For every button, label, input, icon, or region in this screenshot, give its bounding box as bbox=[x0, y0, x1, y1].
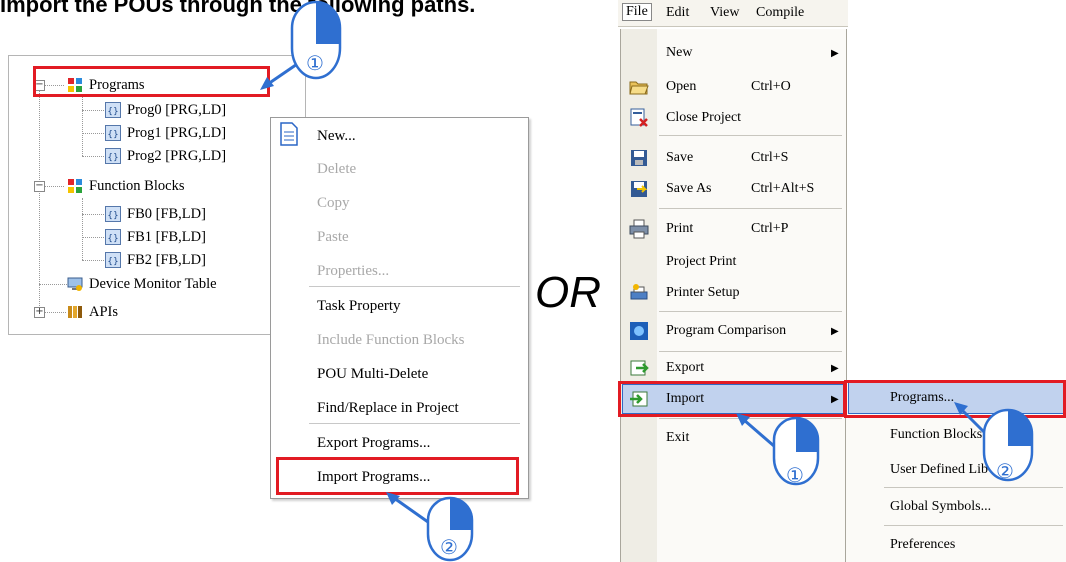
step1-callout-right: ① bbox=[736, 413, 820, 487]
menu-item-task-property[interactable]: Task Property bbox=[317, 298, 401, 315]
file-menu-export[interactable]: Export bbox=[666, 360, 704, 376]
tree-item-label: Device Monitor Table bbox=[89, 275, 217, 292]
submenu-arrow-icon: ▶ bbox=[831, 48, 839, 59]
svg-text:{}: {} bbox=[107, 153, 118, 163]
svg-text:{}: {} bbox=[107, 211, 118, 221]
step2-callout-left: ② bbox=[386, 492, 474, 562]
printer-setup-icon bbox=[630, 284, 648, 300]
close-project-icon bbox=[630, 108, 648, 127]
menu-item-properties[interactable]: Properties... bbox=[317, 263, 389, 280]
tree-item-function-blocks[interactable]: Function Blocks bbox=[67, 176, 184, 196]
menu-bar: File Edit View Compile bbox=[618, 0, 848, 27]
tree-item-prog1[interactable]: {} Prog1 [PRG,LD] bbox=[105, 123, 226, 143]
tree-item-label: FB0 [FB,LD] bbox=[127, 205, 206, 222]
submenu-global-symbols[interactable]: Global Symbols... bbox=[890, 499, 991, 515]
file-menu-print[interactable]: Print bbox=[666, 221, 693, 237]
menu-item-find-replace[interactable]: Find/Replace in Project bbox=[317, 400, 459, 417]
tree-item-fb1[interactable]: {} FB1 [FB,LD] bbox=[105, 227, 206, 247]
menubar-view[interactable]: View bbox=[710, 5, 739, 21]
api-library-icon bbox=[68, 306, 82, 318]
file-menu-exit[interactable]: Exit bbox=[666, 430, 689, 446]
save-as-icon bbox=[631, 181, 648, 197]
tree-item-label: FB1 [FB,LD] bbox=[127, 228, 206, 245]
menu-separator bbox=[309, 286, 520, 287]
pou-icon: {} bbox=[105, 125, 121, 141]
step2-number: ② bbox=[996, 459, 1014, 483]
callout-arrowhead-icon bbox=[260, 77, 274, 90]
tree-item-device-monitor-table[interactable]: Device Monitor Table bbox=[67, 274, 217, 294]
tree-item-fb2[interactable]: {} FB2 [FB,LD] bbox=[105, 250, 206, 270]
monitor-icon bbox=[67, 277, 83, 291]
pou-icon: {} bbox=[105, 206, 121, 222]
tree-item-label: Prog2 [PRG,LD] bbox=[127, 147, 227, 164]
tree-item-fb0[interactable]: {} FB0 [FB,LD] bbox=[105, 204, 206, 224]
collapse-function-blocks-toggle[interactable]: − bbox=[34, 181, 45, 192]
step1-number: ① bbox=[786, 463, 804, 487]
menu-item-paste[interactable]: Paste bbox=[317, 229, 349, 246]
menu-item-new[interactable]: New... bbox=[317, 128, 356, 145]
floppy-icon bbox=[631, 150, 647, 166]
step2-callout-right: ② bbox=[954, 402, 1034, 483]
function-blocks-folder-icon bbox=[68, 179, 82, 193]
tree-item-prog0[interactable]: {} Prog0 [PRG,LD] bbox=[105, 100, 226, 120]
shortcut-print: Ctrl+P bbox=[751, 221, 789, 236]
tree-item-label: Function Blocks bbox=[89, 177, 185, 194]
svg-text:{}: {} bbox=[107, 257, 118, 267]
tree-item-label: FB2 [FB,LD] bbox=[127, 251, 206, 268]
tree-item-prog2[interactable]: {} Prog2 [PRG,LD] bbox=[105, 146, 226, 166]
svg-text:{}: {} bbox=[107, 107, 118, 117]
programs-highlight-box bbox=[33, 66, 270, 97]
expand-apis-toggle[interactable]: + bbox=[34, 307, 45, 318]
tree-item-label: Prog0 [PRG,LD] bbox=[127, 101, 227, 118]
step2-number: ② bbox=[440, 535, 458, 559]
export-icon bbox=[630, 360, 649, 376]
menubar-file[interactable]: File bbox=[622, 3, 652, 21]
printer-icon bbox=[629, 219, 649, 239]
file-menu-printer-setup[interactable]: Printer Setup bbox=[666, 285, 740, 301]
file-menu-open[interactable]: Open bbox=[666, 79, 696, 95]
svg-text:{}: {} bbox=[107, 234, 118, 244]
step1-callout-left: ① bbox=[260, 0, 342, 90]
submenu-arrow-icon: ▶ bbox=[831, 363, 839, 374]
submenu-preferences[interactable]: Preferences bbox=[890, 537, 955, 553]
shortcut-save: Ctrl+S bbox=[751, 150, 789, 165]
menu-separator bbox=[309, 423, 520, 424]
or-separator-label: OR bbox=[535, 268, 601, 317]
tree-item-apis[interactable]: APIs bbox=[67, 302, 118, 322]
file-menu-new[interactable]: New bbox=[666, 45, 692, 61]
step1-number: ① bbox=[306, 51, 324, 75]
submenu-arrow-icon: ▶ bbox=[831, 326, 839, 337]
file-menu-close-project[interactable]: Close Project bbox=[666, 110, 741, 126]
tree-item-label: Prog1 [PRG,LD] bbox=[127, 124, 227, 141]
file-menu-save[interactable]: Save bbox=[666, 150, 693, 166]
menu-item-copy[interactable]: Copy bbox=[317, 195, 350, 212]
file-menu-program-comparison[interactable]: Program Comparison bbox=[666, 323, 786, 339]
compare-icon bbox=[630, 322, 648, 340]
file-menu-project-print[interactable]: Project Print bbox=[666, 254, 736, 270]
menu-item-include-function-blocks[interactable]: Include Function Blocks bbox=[317, 332, 464, 349]
callout-arrowhead-icon bbox=[386, 492, 400, 505]
pou-icon: {} bbox=[105, 148, 121, 164]
menu-item-pou-multi-delete[interactable]: POU Multi-Delete bbox=[317, 366, 428, 383]
new-document-icon bbox=[280, 122, 298, 146]
menu-item-export-programs[interactable]: Export Programs... bbox=[317, 435, 430, 452]
menubar-edit[interactable]: Edit bbox=[666, 5, 689, 21]
pou-context-menu: New... Delete Copy Paste Properties... T… bbox=[270, 117, 529, 499]
menubar-compile[interactable]: Compile bbox=[756, 5, 804, 21]
shortcut-save-as: Ctrl+Alt+S bbox=[751, 181, 815, 196]
file-menu-save-as[interactable]: Save As bbox=[666, 181, 712, 197]
pou-icon: {} bbox=[105, 252, 121, 268]
pou-icon: {} bbox=[105, 229, 121, 245]
shortcut-open: Ctrl+O bbox=[751, 79, 791, 94]
open-folder-icon bbox=[629, 81, 649, 95]
pou-icon: {} bbox=[105, 102, 121, 118]
svg-text:{}: {} bbox=[107, 130, 118, 140]
menu-item-delete[interactable]: Delete bbox=[317, 161, 356, 178]
tree-item-label: APIs bbox=[89, 303, 119, 320]
